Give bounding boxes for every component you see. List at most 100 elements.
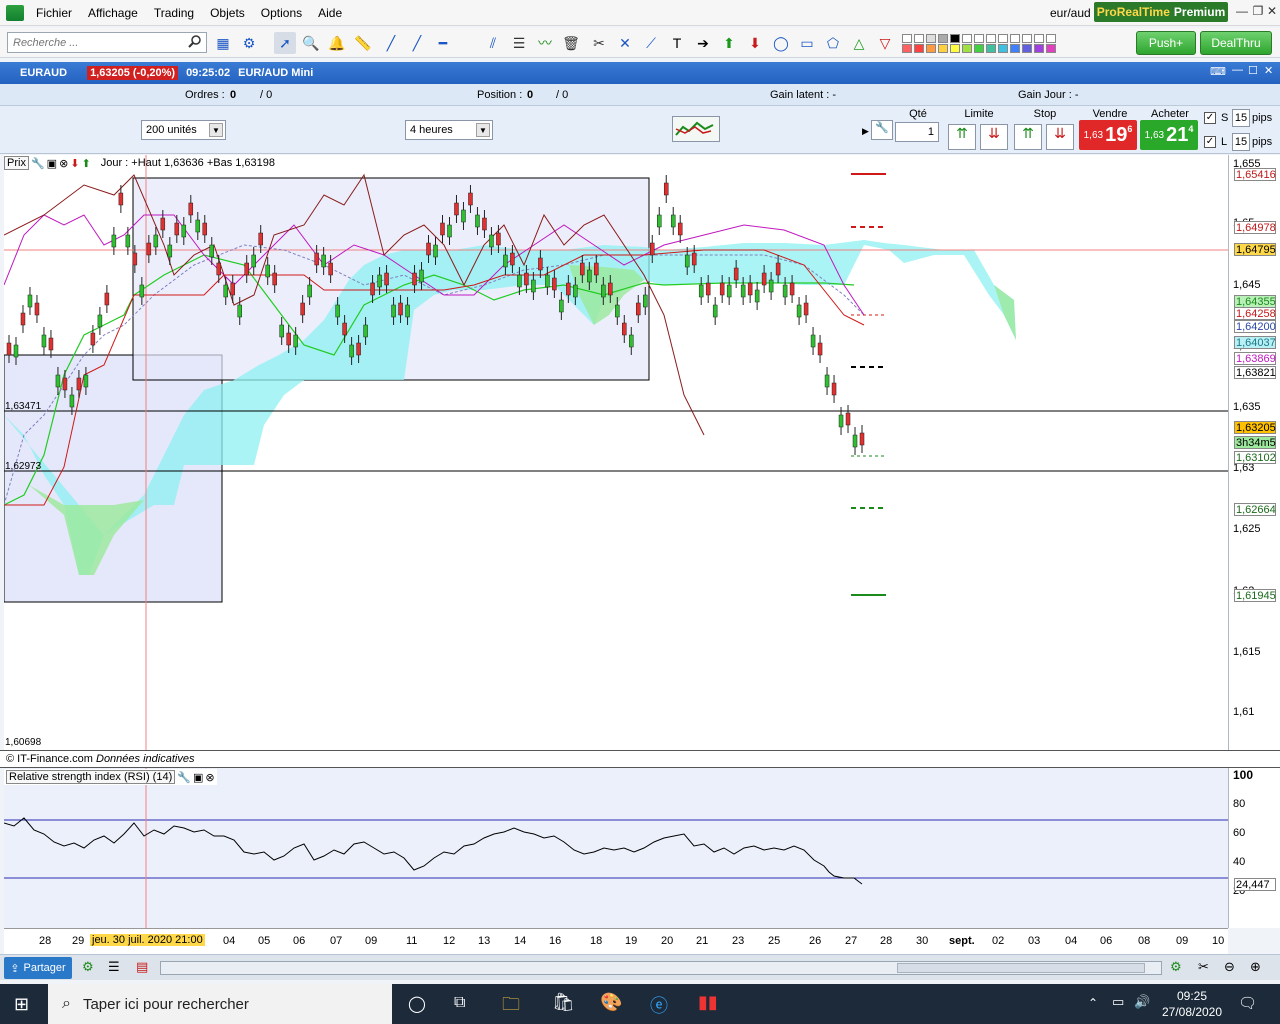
- color-swatch[interactable]: [926, 34, 936, 43]
- rsi-canvas[interactable]: [3, 768, 1228, 928]
- window-maximize-icon[interactable]: ☐: [1248, 64, 1258, 77]
- chart-settings-icon[interactable]: ⚙: [82, 959, 94, 975]
- color-swatch[interactable]: [998, 44, 1008, 53]
- menu-options[interactable]: Options: [253, 6, 310, 20]
- color-swatch[interactable]: [998, 34, 1008, 43]
- rectangle-icon[interactable]: ▭: [796, 32, 818, 54]
- arrow-right-icon[interactable]: ➔: [692, 32, 714, 54]
- store-icon[interactable]: 🛍: [552, 992, 575, 1013]
- window-minimize-icon[interactable]: —: [1232, 64, 1243, 76]
- zoom-out-icon[interactable]: ⊖: [1224, 959, 1235, 975]
- stop-buy-icon[interactable]: ⇈: [1014, 124, 1042, 150]
- indicator-button[interactable]: [672, 116, 720, 142]
- action-center-icon[interactable]: 🗨: [1238, 994, 1257, 1012]
- period-select[interactable]: 4 heures ▼: [405, 120, 493, 140]
- search-icon[interactable]: [188, 34, 202, 48]
- rsi-panel[interactable]: [3, 768, 1228, 928]
- wrench-icon[interactable]: 🔧: [871, 120, 893, 140]
- dealthru-button[interactable]: DealThru: [1200, 31, 1272, 55]
- taskbar-search[interactable]: ⌕ Taper ici pour rechercher: [48, 984, 392, 1024]
- menu-objets[interactable]: Objets: [202, 6, 253, 20]
- zone-box-left[interactable]: [4, 354, 223, 603]
- color-swatch[interactable]: [914, 44, 924, 53]
- color-swatch[interactable]: [902, 44, 912, 53]
- move-up-icon[interactable]: ⬆: [82, 157, 91, 170]
- color-swatch[interactable]: [962, 34, 972, 43]
- menu-fichier[interactable]: Fichier: [28, 6, 80, 20]
- wrench-icon[interactable]: 🔧: [31, 157, 45, 170]
- trendline-icon[interactable]: ╱: [406, 32, 428, 54]
- limit-sell-icon[interactable]: ⇊: [980, 124, 1008, 150]
- text-icon[interactable]: T: [666, 32, 688, 54]
- price-chart-canvas[interactable]: [4, 155, 1228, 750]
- trash-icon[interactable]: 🗑: [560, 32, 582, 54]
- close-circle-icon[interactable]: ⊗: [205, 771, 214, 784]
- search-input[interactable]: [7, 32, 207, 53]
- ellipse-icon[interactable]: ◯: [770, 32, 792, 54]
- color-swatch[interactable]: [1046, 34, 1056, 43]
- menu-trading[interactable]: Trading: [146, 6, 202, 20]
- notification-icon[interactable]: ▭: [1112, 994, 1124, 1010]
- scrollbar-thumb[interactable]: [897, 963, 1145, 973]
- zoom-icon[interactable]: 🔍: [300, 32, 322, 54]
- color-swatch[interactable]: [974, 44, 984, 53]
- file-explorer-icon[interactable]: 🗀: [502, 992, 520, 1022]
- color-swatch[interactable]: [974, 34, 984, 43]
- chart-list-icon[interactable]: ▦: [212, 32, 234, 54]
- close-icon[interactable]: ✕: [1264, 4, 1280, 20]
- volume-icon[interactable]: 🔊: [1134, 994, 1150, 1010]
- fan-icon[interactable]: ⟋: [640, 32, 662, 54]
- color-swatch[interactable]: [902, 34, 912, 43]
- color-swatch[interactable]: [1034, 34, 1044, 43]
- keyboard-icon[interactable]: ⌨: [1210, 65, 1226, 78]
- channel-icon[interactable]: ⫽: [482, 32, 504, 54]
- alert-bell-icon[interactable]: 🔔: [326, 32, 348, 54]
- wave-icon[interactable]: 〰: [534, 32, 556, 54]
- l-pips-input[interactable]: 15: [1232, 133, 1250, 151]
- rsi-title[interactable]: Relative strength index (RSI) (14): [6, 770, 176, 784]
- line-tool-icon[interactable]: ╱: [380, 32, 402, 54]
- share-button[interactable]: ⇪ Partager: [4, 957, 72, 979]
- price-chart[interactable]: 1,63471 1,62973 1,60698: [4, 155, 1228, 750]
- stop-sell-icon[interactable]: ⇊: [1046, 124, 1074, 150]
- color-swatch[interactable]: [1010, 44, 1020, 53]
- arrow-down-icon[interactable]: ⬇: [744, 32, 766, 54]
- color-swatch[interactable]: [1022, 44, 1032, 53]
- limit-buy-icon[interactable]: ⇈: [948, 124, 976, 150]
- quantity-input[interactable]: 1: [895, 122, 939, 142]
- color-swatch[interactable]: [950, 34, 960, 43]
- edge-icon[interactable]: ⓔ: [650, 992, 668, 1018]
- color-swatch[interactable]: [1034, 44, 1044, 53]
- windows-start-icon[interactable]: ⊞: [14, 994, 29, 1015]
- color-swatch[interactable]: [1022, 34, 1032, 43]
- rsi-axis[interactable]: 100 80 60 40 20 24,447: [1228, 768, 1280, 928]
- close-circle-icon[interactable]: ⊗: [59, 157, 68, 170]
- bars-icon[interactable]: ▤: [136, 959, 148, 975]
- window-close-icon[interactable]: ✕: [1264, 64, 1273, 77]
- color-swatch[interactable]: [986, 44, 996, 53]
- window-icon[interactable]: ▣: [193, 771, 203, 784]
- triangle-icon[interactable]: △: [848, 32, 870, 54]
- push-button[interactable]: Push+: [1136, 31, 1196, 55]
- cursor-icon[interactable]: ➚: [274, 32, 296, 54]
- sell-button[interactable]: 1,63 19 6: [1079, 120, 1137, 150]
- s-checkbox[interactable]: ✓: [1204, 112, 1216, 124]
- color-swatch[interactable]: [1046, 44, 1056, 53]
- price-axis[interactable]: 1,6551,651,6451,641,6351,631,6251,621,61…: [1228, 155, 1280, 750]
- menu-aide[interactable]: Aide: [310, 6, 350, 20]
- symbol-label[interactable]: EURAUD: [20, 67, 67, 79]
- color-swatch[interactable]: [962, 44, 972, 53]
- horizontal-scrollbar[interactable]: [160, 961, 1162, 975]
- wrench-icon[interactable]: 🔧: [177, 771, 191, 784]
- polygon-icon[interactable]: ⬠: [822, 32, 844, 54]
- list-icon[interactable]: ☰: [108, 959, 120, 975]
- minimize-icon[interactable]: —: [1234, 4, 1250, 20]
- cortana-icon[interactable]: ◯: [408, 994, 426, 1014]
- color-swatch[interactable]: [938, 44, 948, 53]
- color-swatch[interactable]: [1010, 34, 1020, 43]
- horizontal-line-icon[interactable]: ━: [432, 32, 454, 54]
- color-swatch[interactable]: [938, 34, 948, 43]
- scissors-icon[interactable]: ✂: [1198, 959, 1209, 975]
- zoom-in-icon[interactable]: ⊕: [1250, 959, 1261, 975]
- units-select[interactable]: 200 unités ▼: [141, 120, 226, 140]
